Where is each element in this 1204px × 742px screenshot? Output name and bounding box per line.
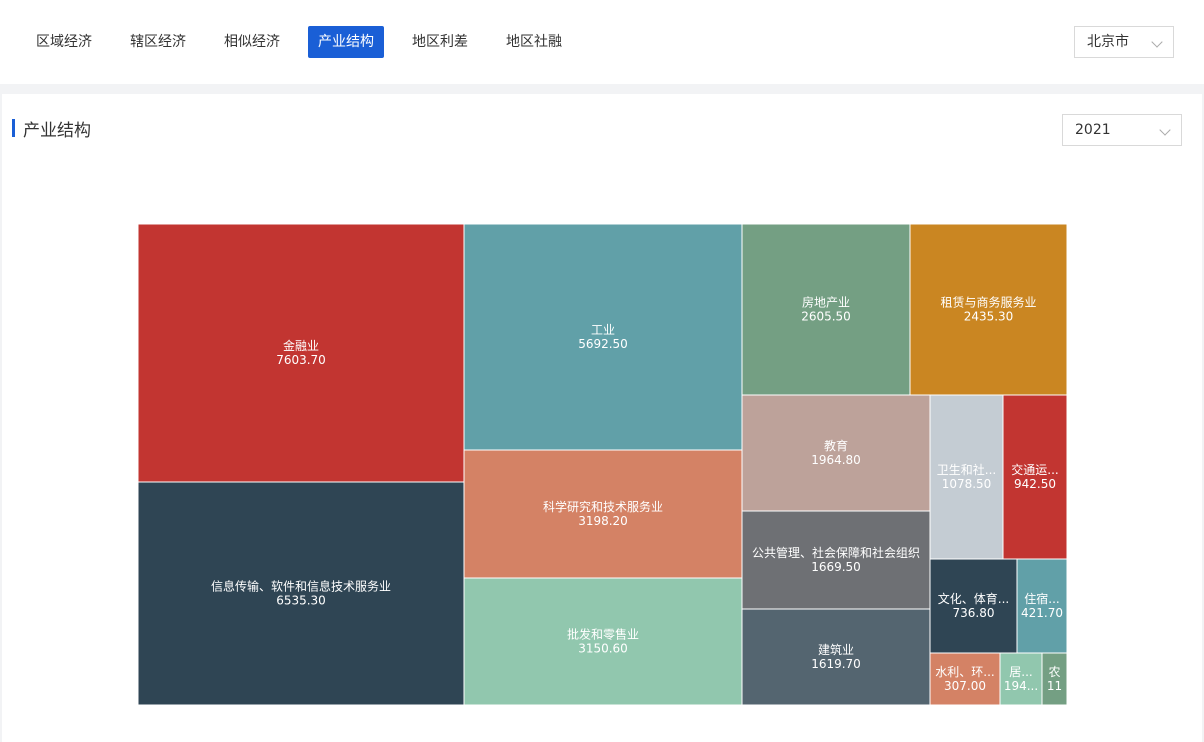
treemap-cell[interactable]: 科学研究和技术服务业3198.20 <box>463 449 743 579</box>
treemap-cell[interactable]: 农11 <box>1041 652 1068 706</box>
treemap-cell-label: 住宿... <box>1024 591 1059 606</box>
tab-regional-spread[interactable]: 地区利差 <box>402 26 478 58</box>
section-title: 产业结构 <box>12 118 91 141</box>
treemap-cell-label: 农 <box>1048 665 1060 679</box>
treemap-cell[interactable]: 批发和零售业3150.60 <box>463 577 743 706</box>
treemap-cell-label: 交通运... <box>1011 462 1058 477</box>
treemap-cell[interactable]: 水利、环...307.00 <box>929 652 1001 706</box>
treemap-cell-label: 教育 <box>824 438 848 453</box>
tab-regional-financing[interactable]: 地区社融 <box>496 26 572 58</box>
treemap-cell-value: 1669.50 <box>811 560 861 574</box>
treemap-cell-value: 7603.70 <box>276 353 326 367</box>
treemap-cell[interactable]: 公共管理、社会保障和社会组织1669.50 <box>741 510 931 610</box>
treemap-cell[interactable]: 房地产业2605.50 <box>741 224 911 396</box>
treemap-cell[interactable]: 卫生和社...1078.50 <box>929 394 1004 560</box>
treemap-cell[interactable]: 居...194... <box>999 652 1043 706</box>
treemap-cell-value: 1078.50 <box>942 477 992 491</box>
treemap-cell-label: 信息传输、软件和信息技术服务业 <box>211 579 391 594</box>
treemap-cell-label: 工业 <box>591 323 615 337</box>
treemap-cell-value: 11 <box>1047 679 1062 693</box>
industry-treemap: 金融业7603.70信息传输、软件和信息技术服务业6535.30工业5692.5… <box>138 224 1068 706</box>
tab-similar-economy[interactable]: 相似经济 <box>214 26 290 58</box>
treemap-cell-label: 水利、环... <box>935 665 994 679</box>
treemap-cell-value: 5692.50 <box>578 337 628 351</box>
top-nav-bar: 区域经济 辖区经济 相似经济 产业结构 地区利差 地区社融 北京市 <box>0 0 1204 84</box>
title-accent-bar <box>12 119 15 137</box>
treemap-cell[interactable]: 信息传输、软件和信息技术服务业6535.30 <box>138 481 465 706</box>
industry-structure-panel: 产业结构 2021 金融业 7603.70 信息传输、软件和信息技术服务业 6535.… <box>2 94 1202 742</box>
treemap-cell-label: 居... <box>1009 665 1032 679</box>
treemap-cell[interactable]: 建筑业1619.70 <box>741 608 931 706</box>
treemap-cell-value: 194... <box>1004 679 1038 693</box>
year-select-value: 2021 <box>1075 122 1111 138</box>
treemap-cell-value: 3198.20 <box>578 514 628 528</box>
section-title-text: 产业结构 <box>23 120 91 141</box>
treemap-cell-label: 批发和零售业 <box>567 627 639 642</box>
treemap-cell-label: 房地产业 <box>802 295 850 310</box>
treemap-cell-label: 租赁与商务服务业 <box>940 295 1036 310</box>
treemap-cell-value: 6535.30 <box>276 594 326 608</box>
treemap-cell[interactable]: 租赁与商务服务业2435.30 <box>909 224 1068 396</box>
treemap-cell-value: 1619.70 <box>811 657 861 671</box>
treemap-cell-label: 建筑业 <box>818 642 854 657</box>
tab-regional-economy[interactable]: 区域经济 <box>26 26 102 58</box>
chevron-down-icon <box>1159 124 1171 136</box>
treemap-cell-label: 金融业 <box>283 338 319 353</box>
treemap-cell-value: 307.00 <box>944 679 986 693</box>
treemap-cell-value: 942.50 <box>1014 477 1056 491</box>
treemap-cell[interactable]: 交通运...942.50 <box>1002 394 1068 560</box>
treemap-cell-value: 736.80 <box>953 606 995 620</box>
treemap-cell[interactable]: 文化、体育...736.80 <box>929 558 1018 654</box>
treemap-cell[interactable]: 住宿...421.70 <box>1016 558 1068 654</box>
treemap-cell-label: 公共管理、社会保障和社会组织 <box>752 545 920 560</box>
treemap-cell-label: 科学研究和技术服务业 <box>543 499 663 514</box>
treemap-cell[interactable]: 工业5692.50 <box>463 224 743 451</box>
treemap-cell[interactable]: 教育1964.80 <box>741 394 931 512</box>
nav-tabs: 区域经济 辖区经济 相似经济 产业结构 地区利差 地区社融 <box>26 26 572 58</box>
treemap-cell-value: 2605.50 <box>801 310 851 324</box>
treemap-cell-label: 文化、体育... <box>938 591 1009 606</box>
tab-jurisdiction-economy[interactable]: 辖区经济 <box>120 26 196 58</box>
tab-industry-structure[interactable]: 产业结构 <box>308 26 384 58</box>
treemap-cell-value: 2435.30 <box>964 310 1014 324</box>
treemap-cell[interactable]: 金融业7603.70 <box>138 224 465 483</box>
treemap-cell-label: 卫生和社... <box>937 462 996 477</box>
treemap-cell-value: 3150.60 <box>578 642 628 656</box>
chevron-down-icon <box>1151 36 1163 48</box>
region-select[interactable]: 北京市 <box>1074 26 1174 58</box>
year-select[interactable]: 2021 <box>1062 114 1182 146</box>
treemap-cell-value: 1964.80 <box>811 453 861 467</box>
treemap-cell-value: 421.70 <box>1021 606 1063 620</box>
region-select-value: 北京市 <box>1087 34 1129 50</box>
